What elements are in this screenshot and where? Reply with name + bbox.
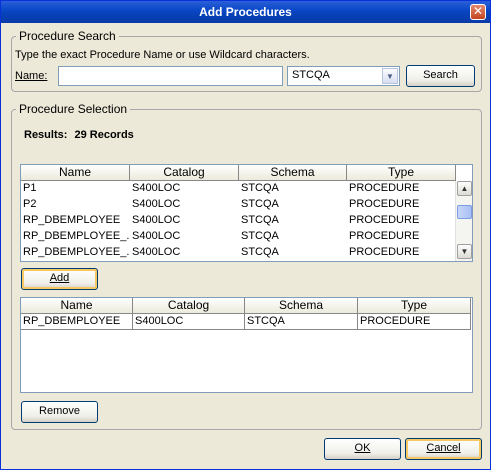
cell-type: PROCEDURE [349,246,420,258]
scroll-thumb[interactable] [457,205,472,219]
table-row[interactable]: P1 S400LOC STCQA PROCEDURE [21,181,456,197]
results-label: Results: [24,129,68,141]
cell-catalog: S400LOC [133,314,245,330]
column-header-schema[interactable]: Schema [245,298,358,314]
column-header-catalog[interactable]: Catalog [130,165,239,181]
cell-type: PROCEDURE [349,230,420,242]
cell-catalog: S400LOC [132,182,181,194]
procedure-search-legend: Procedure Search [19,29,116,43]
scroll-down-icon[interactable]: ▼ [457,244,472,259]
ok-button[interactable]: OK [324,438,401,460]
cancel-button-label: Cancel [426,442,461,454]
cell-catalog: S400LOC [132,230,181,242]
cell-schema: STCQA [241,198,279,210]
title-bar[interactable]: Add Procedures ✕ [1,1,490,23]
table-row[interactable]: RP_DBEMPLOYEE_... S400LOC STCQA PROCEDUR… [21,229,456,245]
results-table-body: P1 S400LOC STCQA PROCEDURE P2 S400LOC ST… [21,181,456,261]
selected-table-header: Name Catalog Schema Type [21,298,471,314]
name-input[interactable] [58,66,283,86]
remove-button[interactable]: Remove [21,401,98,423]
add-button-label: Add [49,272,70,284]
table-row[interactable]: RP_DBEMPLOYEE_... S400LOC STCQA PROCEDUR… [21,245,456,261]
dialog-title: Add Procedures [199,5,292,19]
schema-select[interactable]: STCQA ▼ [287,66,400,86]
cell-catalog: S400LOC [132,246,181,258]
cell-name: P2 [23,198,37,210]
cell-name: RP_DBEMPLOYEE_... [23,230,130,242]
cell-name: RP_DBEMPLOYEE_... [23,246,130,258]
remove-button-label: Remove [39,405,80,417]
table-row[interactable]: RP_DBEMPLOYEE S400LOC STCQA PROCEDURE [21,314,471,330]
column-header-name[interactable]: Name [21,298,133,314]
column-header-catalog[interactable]: Catalog [133,298,245,314]
selected-table-body: RP_DBEMPLOYEE S400LOC STCQA PROCEDURE [21,314,471,330]
cell-schema: STCQA [241,182,279,194]
cell-schema: STCQA [245,314,358,330]
results-summary: Results: 29 Records [24,129,134,141]
chevron-down-icon[interactable]: ▼ [382,68,398,84]
add-procedures-dialog: Add Procedures ✕ Procedure Search Type t… [0,0,491,470]
cell-schema: STCQA [241,246,279,258]
name-label: Name: [15,70,47,82]
results-table: Name Catalog Schema Type P1 S400LOC STCQ… [20,164,473,262]
cell-type: PROCEDURE [349,214,420,226]
results-table-header: Name Catalog Schema Type [21,165,456,181]
cell-name: P1 [23,182,37,194]
cell-type: PROCEDURE [358,314,471,330]
name-label-text: Name: [15,70,48,82]
cell-schema: STCQA [241,214,279,226]
column-header-type[interactable]: Type [358,298,471,314]
search-button-label: Search [423,69,458,81]
table-row[interactable]: RP_DBEMPLOYEE S400LOC STCQA PROCEDURE [21,213,456,229]
selected-table: Name Catalog Schema Type RP_DBEMPLOYEE S… [20,297,473,393]
procedure-selection-legend: Procedure Selection [19,102,128,116]
cell-type: PROCEDURE [349,182,420,194]
column-header-type[interactable]: Type [347,165,456,181]
column-header-name[interactable]: Name [21,165,130,181]
cancel-button[interactable]: Cancel [405,438,482,460]
cell-name: RP_DBEMPLOYEE [23,214,121,226]
cell-schema: STCQA [241,230,279,242]
cell-type: PROCEDURE [349,198,420,210]
cell-catalog: S400LOC [132,198,181,210]
search-button[interactable]: Search [406,65,475,87]
column-header-schema[interactable]: Schema [239,165,347,181]
table-row[interactable]: P2 S400LOC STCQA PROCEDURE [21,197,456,213]
add-button[interactable]: Add [21,268,98,290]
close-icon[interactable]: ✕ [470,4,486,20]
ok-button-label: OK [354,442,371,454]
search-hint: Type the exact Procedure Name or use Wil… [15,49,310,61]
cell-catalog: S400LOC [132,214,181,226]
schema-select-value: STCQA [292,69,330,81]
scroll-up-icon[interactable]: ▲ [457,181,472,196]
results-scrollbar[interactable]: ▲ ▼ [455,181,472,261]
cell-name: RP_DBEMPLOYEE [21,314,133,330]
results-count: 29 Records [74,129,134,141]
